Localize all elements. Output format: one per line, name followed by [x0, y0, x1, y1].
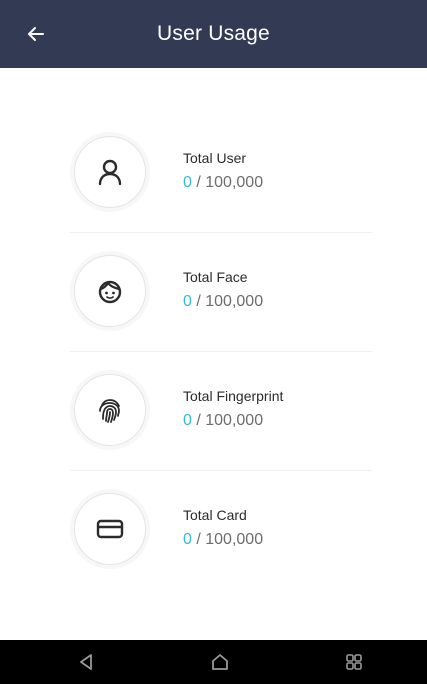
usage-list: Total User 0 / 100,000 Total Face 0 / 10… [70, 114, 372, 589]
used-count: 0 [183, 412, 192, 429]
home-icon [212, 654, 228, 670]
fingerprint-icon-badge [74, 374, 146, 446]
used-count: 0 [183, 293, 192, 310]
card-icon-badge [74, 493, 146, 565]
face-icon-badge [74, 255, 146, 327]
usage-label: Total Card [183, 507, 247, 523]
value-separator: / [191, 293, 206, 310]
value-separator: / [191, 174, 206, 191]
face-icon [98, 280, 122, 304]
system-navigation-bar [0, 640, 427, 684]
used-count: 0 [183, 174, 192, 191]
recents-icon [346, 654, 362, 670]
usage-row-card: Total Card 0 / 100,000 [70, 471, 372, 589]
total-capacity: 100,000 [205, 531, 264, 548]
nav-back-button[interactable] [66, 646, 106, 678]
total-capacity: 100,000 [205, 174, 264, 191]
nav-home-button[interactable] [200, 646, 240, 678]
user-icon [98, 159, 122, 186]
nav-recents-button[interactable] [334, 646, 374, 678]
usage-row-fingerprint: Total Fingerprint 0 / 100,000 [70, 352, 372, 471]
usage-value: 0 / 100,000 [183, 174, 263, 192]
value-separator: / [191, 531, 206, 548]
used-count: 0 [183, 531, 192, 548]
usage-label: Total Face [183, 269, 248, 285]
card-icon [96, 519, 124, 539]
total-capacity: 100,000 [205, 293, 264, 310]
back-triangle-icon [80, 654, 92, 670]
page-title: User Usage [157, 22, 270, 45]
fingerprint-icon [99, 399, 120, 423]
usage-row-face: Total Face 0 / 100,000 [70, 233, 372, 352]
usage-row-user: Total User 0 / 100,000 [70, 114, 372, 233]
user-icon-badge [74, 136, 146, 208]
usage-value: 0 / 100,000 [183, 293, 263, 311]
usage-label: Total Fingerprint [183, 388, 284, 404]
usage-value: 0 / 100,000 [183, 412, 263, 430]
total-capacity: 100,000 [205, 412, 264, 429]
back-button[interactable] [20, 18, 52, 50]
usage-label: Total User [183, 150, 247, 166]
value-separator: / [191, 412, 206, 429]
app-header: User Usage [0, 0, 427, 68]
back-arrow-icon [28, 27, 44, 41]
usage-value: 0 / 100,000 [183, 531, 263, 549]
